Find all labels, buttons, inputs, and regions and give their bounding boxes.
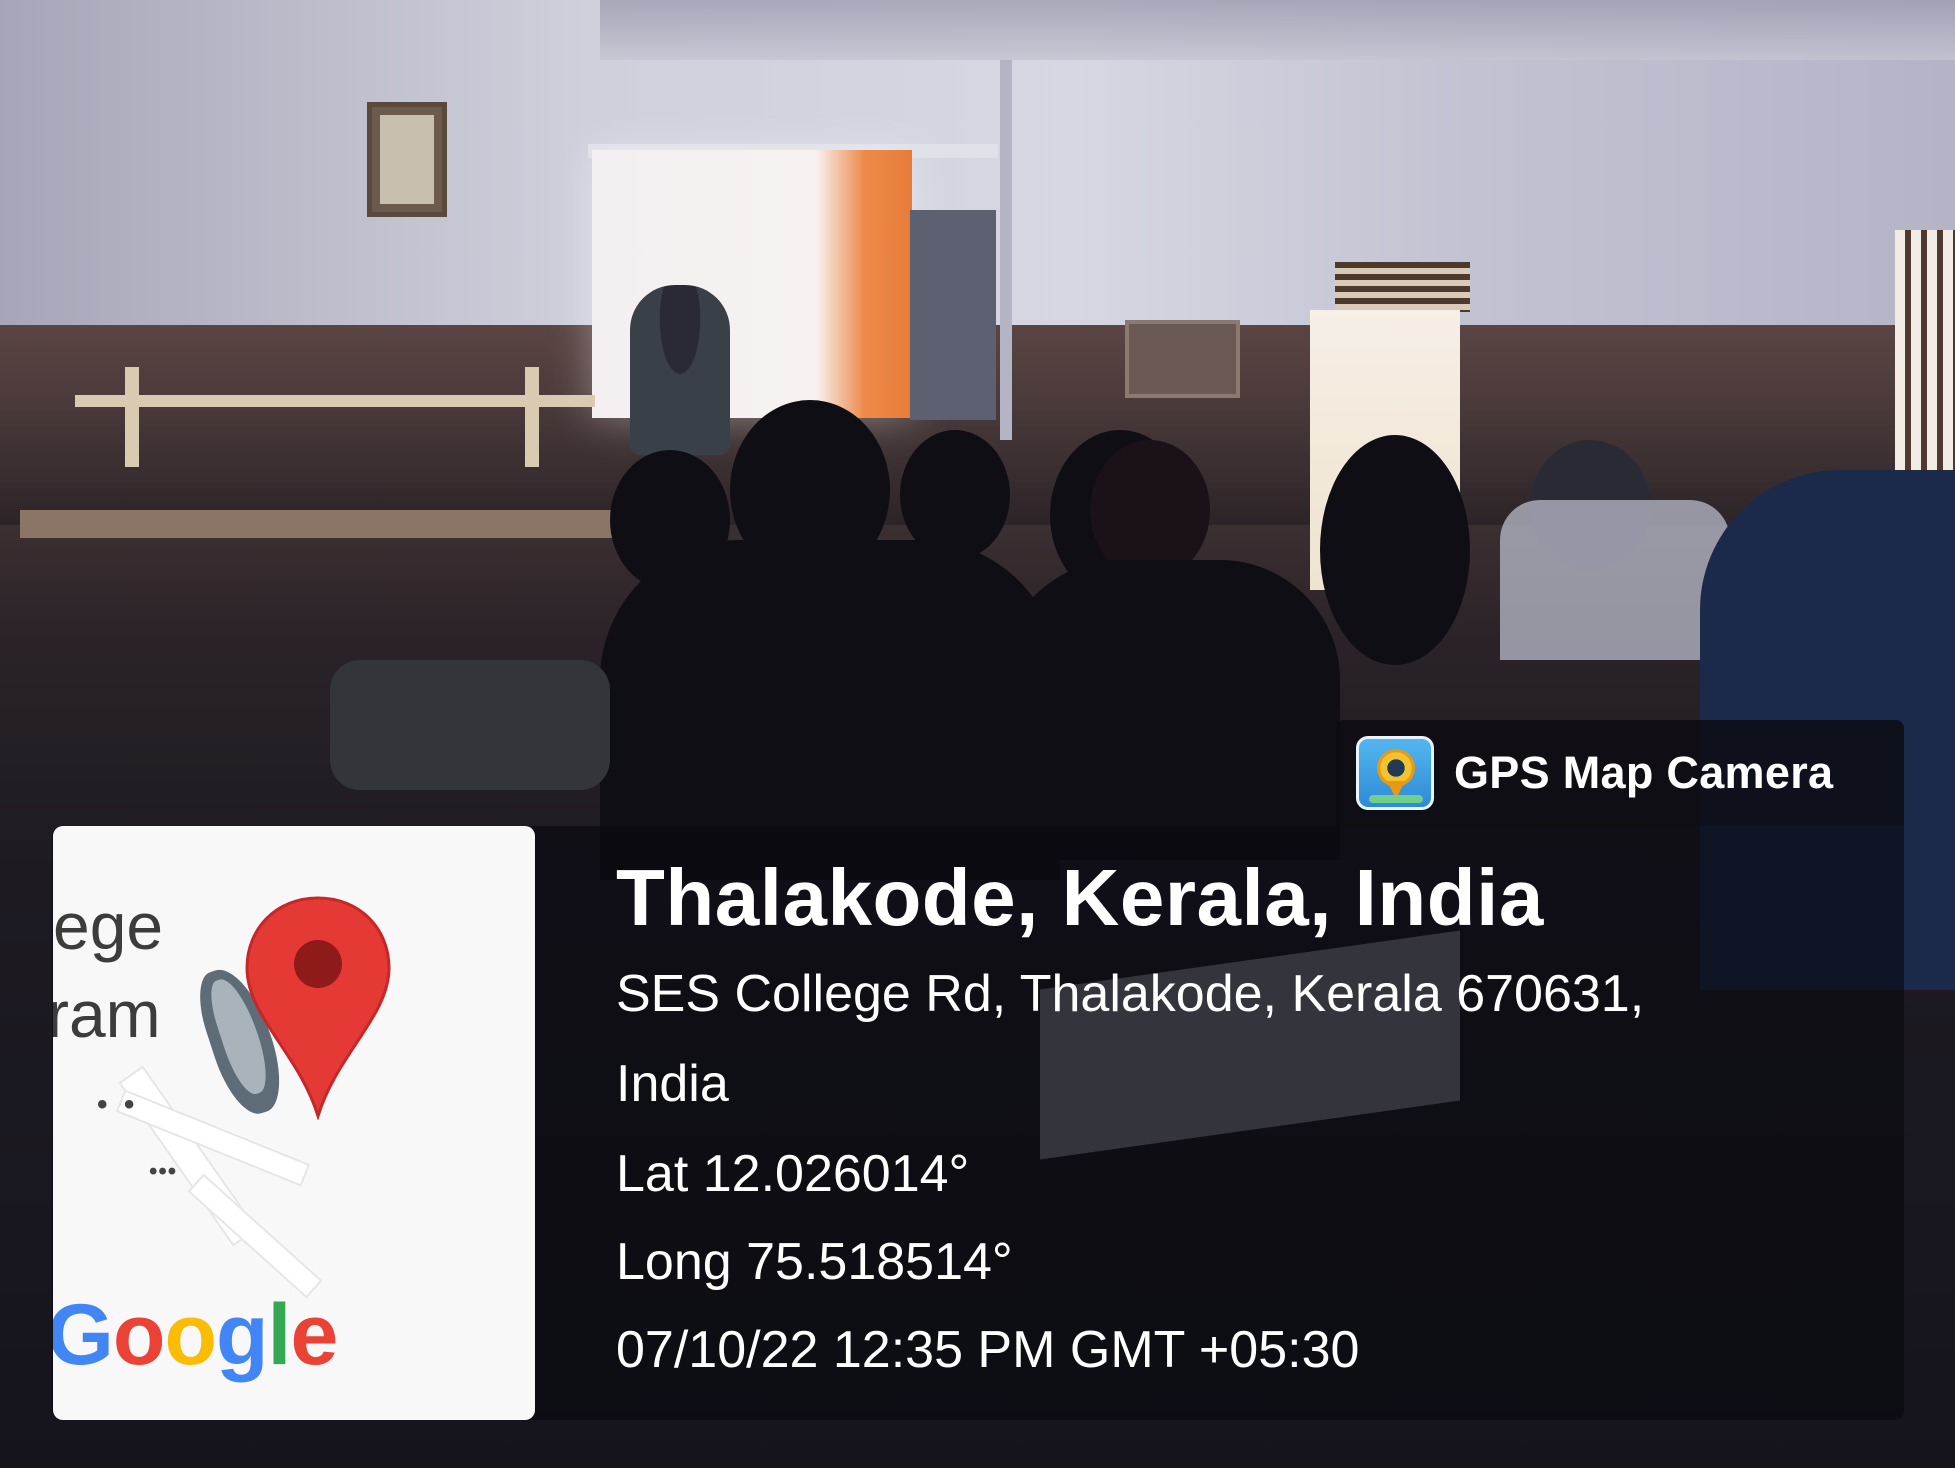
google-letter: G — [53, 1287, 114, 1383]
latitude: Lat 12.026014° — [616, 1145, 970, 1203]
app-badge: GPS Map Camera — [1336, 720, 1904, 826]
address-line: SES College Rd, Thalakode, Kerala 670631… — [616, 965, 1645, 1023]
app-name: GPS Map Camera — [1454, 747, 1834, 798]
map-pin-icon — [245, 896, 391, 1120]
geotag-overlay: GPS Map Camera ege ram • • ••• Google Th… — [0, 0, 1955, 1468]
google-letter: l — [267, 1287, 292, 1383]
google-letter: o — [164, 1287, 217, 1383]
location-info: Thalakode, Kerala, India SES College Rd,… — [616, 853, 1644, 1377]
address-line: India — [616, 1055, 729, 1113]
map-dots: • • — [97, 1088, 139, 1121]
map-label: ram — [53, 977, 161, 1051]
map-dots: ••• — [149, 1158, 178, 1185]
map-label: ege — [53, 889, 164, 963]
location-title: Thalakode, Kerala, India — [616, 853, 1544, 942]
longitude: Long 75.518514° — [616, 1233, 1013, 1291]
map-thumbnail: ege ram • • ••• Google — [53, 826, 535, 1420]
gps-map-camera-app-icon — [1356, 736, 1434, 810]
timestamp: 07/10/22 12:35 PM GMT +05:30 — [616, 1321, 1360, 1379]
google-logo: Google — [53, 1286, 338, 1385]
google-letter: e — [290, 1287, 338, 1383]
google-letter: o — [112, 1287, 166, 1383]
google-letter: g — [216, 1287, 269, 1383]
